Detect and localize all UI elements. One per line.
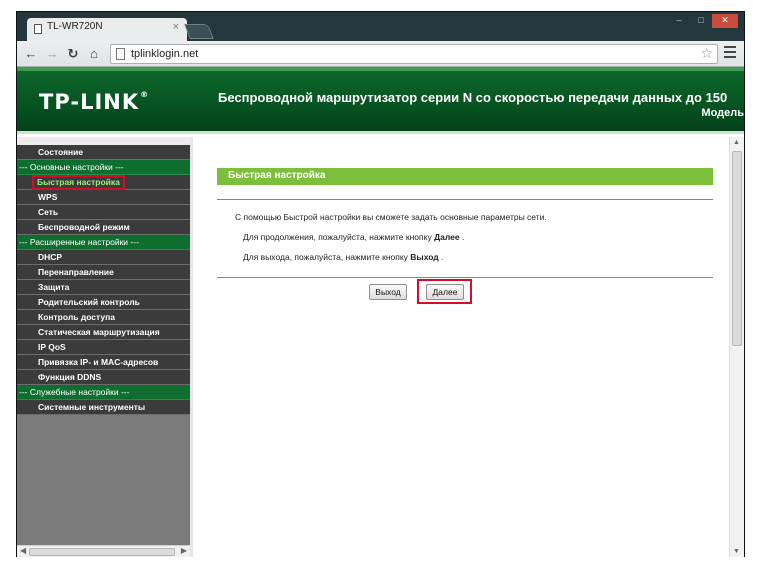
header-title: Беспроводной маршрутизатор серии N со ск… bbox=[218, 90, 728, 105]
close-window-icon[interactable]: ✕ bbox=[712, 14, 738, 28]
sidebar-top-strip bbox=[17, 137, 190, 145]
sidebar-section-header: --- Расширенные настройки --- bbox=[17, 235, 190, 250]
sidebar-item[interactable]: Сеть bbox=[17, 205, 190, 220]
sidebar-item-label: --- Служебные настройки --- bbox=[19, 387, 130, 397]
address-bar[interactable]: tplinklogin.net ☆ bbox=[110, 44, 718, 64]
continue-hint: Для продолжения, пожалуйста, нажмите кно… bbox=[243, 232, 465, 242]
url-text: tplinklogin.net bbox=[131, 48, 199, 60]
sidebar-item-label: Беспроводной режим bbox=[38, 222, 130, 232]
sidebar-section-header: --- Основные настройки --- bbox=[17, 160, 190, 175]
sidebar-item-label: Системные инструменты bbox=[38, 402, 146, 412]
page-icon bbox=[116, 48, 125, 60]
sidebar-item-label: Статическая маршрутизация bbox=[38, 327, 160, 337]
sidebar-item[interactable]: Статическая маршрутизация bbox=[17, 325, 190, 340]
tab-strip: TL-WR720N × – □ ✕ bbox=[17, 12, 744, 41]
sidebar-item-label: Состояние bbox=[38, 147, 84, 157]
sidebar-horizontal-scrollbar[interactable]: ◀ ▶ bbox=[17, 545, 190, 557]
header-model: Модель bbox=[701, 107, 744, 119]
menu-icon[interactable] bbox=[724, 46, 736, 60]
sidebar-item-label: Контроль доступа bbox=[38, 312, 116, 322]
sidebar-item-label: DHCP bbox=[38, 252, 63, 262]
browser-toolbar: ← → ↻ ⌂ tplinklogin.net ☆ bbox=[17, 41, 744, 67]
page-vertical-scrollbar[interactable]: ▲ ▼ bbox=[729, 137, 744, 557]
browser-tab[interactable]: TL-WR720N × bbox=[27, 18, 187, 41]
scroll-left-icon[interactable]: ◀ bbox=[20, 546, 26, 555]
close-tab-icon[interactable]: × bbox=[173, 21, 179, 33]
sidebar-item-label: WPS bbox=[38, 192, 58, 202]
sidebar-item-label: Привязка IP- и MAC-адресов bbox=[38, 357, 159, 367]
sidebar-item[interactable]: Привязка IP- и MAC-адресов bbox=[17, 355, 190, 370]
browser-window: TL-WR720N × – □ ✕ ← → ↻ ⌂ tplinklogin.ne… bbox=[16, 11, 745, 557]
sidebar-item-label: Функция DDNS bbox=[38, 372, 102, 382]
tab-title: TL-WR720N bbox=[47, 21, 103, 32]
sidebar-item-label: Защита bbox=[38, 282, 70, 292]
divider-top bbox=[217, 199, 713, 200]
sidebar-item[interactable]: WPS bbox=[17, 190, 190, 205]
sidebar-item[interactable]: Беспроводной режим bbox=[17, 220, 190, 235]
sidebar-section-header: --- Служебные настройки --- bbox=[17, 385, 190, 400]
scroll-down-icon[interactable]: ▼ bbox=[733, 548, 740, 555]
tp-link-logo: TP-LINK® bbox=[39, 90, 150, 114]
sidebar-item[interactable]: Функция DDNS bbox=[17, 370, 190, 385]
minimize-icon[interactable]: – bbox=[668, 14, 690, 28]
sidebar-item[interactable]: Системные инструменты bbox=[17, 400, 190, 415]
page-icon bbox=[34, 24, 42, 34]
main-content: Быстрая настройка С помощью Быстрой наст… bbox=[196, 137, 729, 557]
page-viewport: TP-LINK® Беспроводной маршрутизатор сери… bbox=[17, 67, 744, 557]
sidebar-item[interactable]: DHCP bbox=[17, 250, 190, 265]
router-header: TP-LINK® Беспроводной маршрутизатор сери… bbox=[17, 67, 744, 134]
sidebar-item[interactable]: Защита bbox=[17, 280, 190, 295]
scrollbar-thumb[interactable] bbox=[29, 548, 175, 556]
exit-hint: Для выхода, пожалуйста, нажмите кнопку В… bbox=[243, 252, 444, 262]
sidebar-item-label: Родительский контроль bbox=[38, 297, 140, 307]
sidebar-item-label: Сеть bbox=[38, 207, 59, 217]
header-stripe bbox=[17, 67, 744, 71]
sidebar-menu: Состояние --- Основные настройки --- Быстр… bbox=[17, 137, 193, 557]
next-button[interactable]: Далее bbox=[426, 284, 464, 300]
divider-bottom bbox=[217, 277, 713, 278]
sidebar-item[interactable]: Контроль доступа bbox=[17, 310, 190, 325]
scroll-right-icon[interactable]: ▶ bbox=[181, 546, 187, 555]
section-title: Быстрая настройка bbox=[217, 168, 713, 185]
maximize-icon[interactable]: □ bbox=[690, 14, 712, 28]
sidebar-list: Состояние --- Основные настройки --- Быстр… bbox=[17, 145, 190, 415]
back-arrow-icon[interactable]: ← bbox=[23, 46, 39, 62]
sidebar-item-label: --- Расширенные настройки --- bbox=[19, 237, 139, 247]
scrollbar-thumb[interactable] bbox=[732, 151, 742, 346]
window-controls: – □ ✕ bbox=[668, 14, 738, 28]
forward-arrow-icon[interactable]: → bbox=[44, 46, 60, 62]
sidebar-item-label: IP QoS bbox=[38, 342, 66, 352]
new-tab-button[interactable] bbox=[184, 24, 214, 39]
sidebar-item-label: Перенаправление bbox=[38, 267, 114, 277]
sidebar-item[interactable]: IP QoS bbox=[17, 340, 190, 355]
home-icon[interactable]: ⌂ bbox=[86, 46, 102, 62]
sidebar-item-label: Быстрая настройка bbox=[32, 175, 125, 190]
sidebar-item[interactable]: Родительский контроль bbox=[17, 295, 190, 310]
scroll-up-icon[interactable]: ▲ bbox=[733, 139, 740, 146]
intro-text: С помощью Быстрой настройки вы сможете з… bbox=[235, 212, 547, 222]
exit-button[interactable]: Выход bbox=[369, 284, 407, 300]
bookmark-star-icon[interactable]: ☆ bbox=[700, 45, 713, 62]
sidebar-item[interactable]: Быстрая настройка bbox=[17, 175, 190, 190]
sidebar-item-label: --- Основные настройки --- bbox=[19, 162, 124, 172]
sidebar-item[interactable]: Перенаправление bbox=[17, 265, 190, 280]
reload-icon[interactable]: ↻ bbox=[65, 46, 81, 62]
sidebar-item[interactable]: Состояние bbox=[17, 145, 190, 160]
